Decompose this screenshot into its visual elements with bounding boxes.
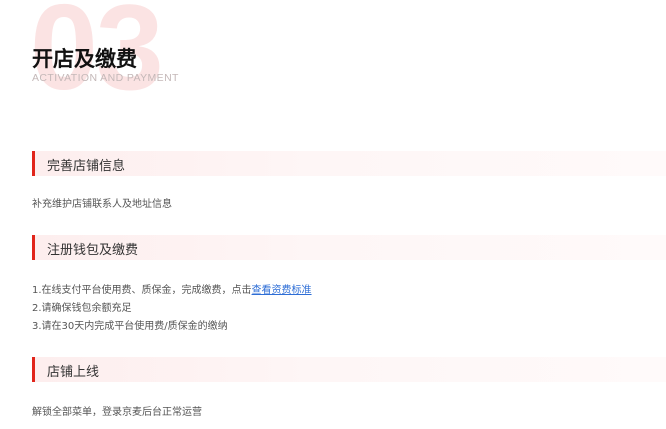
section-title: 注册钱包及缴费: [47, 243, 139, 258]
section-title: 店铺上线: [47, 365, 100, 380]
section-description: 解锁全部菜单，登录京麦后台正常运营: [32, 407, 202, 418]
section-header-store-online: 店铺上线: [32, 357, 666, 382]
page-subtitle: ACTIVATION AND PAYMENT: [32, 72, 179, 84]
section-header-store-info: 完善店铺信息: [32, 151, 666, 176]
section-title: 完善店铺信息: [47, 159, 126, 174]
section-accent-bar: [32, 235, 35, 260]
section-accent-bar: [32, 357, 35, 382]
payment-step-3: 3.请在30天内完成平台使用费/质保金的缴纳: [32, 321, 228, 332]
payment-step-1-text: 1.在线支付平台使用费、质保金，完成缴费，点击: [32, 285, 252, 296]
page-title: 开店及缴费: [32, 47, 137, 71]
payment-step-2: 2.请确保钱包余额充足: [32, 303, 132, 314]
payment-step-1: 1.在线支付平台使用费、质保金，完成缴费，点击查看资费标准: [32, 281, 312, 296]
fee-standard-link[interactable]: 查看资费标准: [252, 285, 312, 296]
section-description: 补充维护店铺联系人及地址信息: [32, 199, 172, 210]
section-accent-bar: [32, 151, 35, 176]
section-header-wallet-payment: 注册钱包及缴费: [32, 235, 666, 260]
